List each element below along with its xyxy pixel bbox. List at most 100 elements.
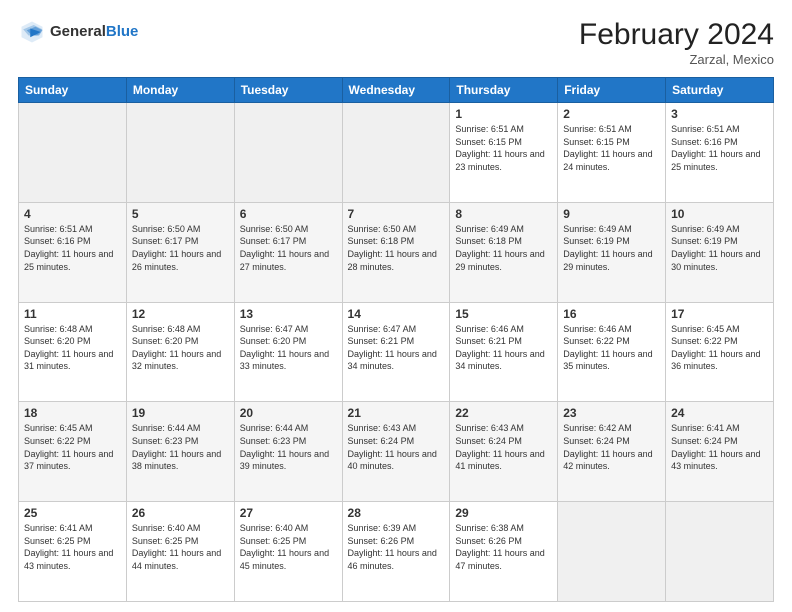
day-number: 15 — [455, 307, 552, 321]
day-info: Sunrise: 6:40 AM Sunset: 6:25 PM Dayligh… — [132, 522, 229, 572]
day-number: 23 — [563, 406, 660, 420]
day-number: 29 — [455, 506, 552, 520]
day-number: 14 — [348, 307, 445, 321]
table-row: 9 Sunrise: 6:49 AM Sunset: 6:19 PM Daylig… — [558, 202, 666, 302]
calendar-header-row: Sunday Monday Tuesday Wednesday Thursday… — [19, 78, 774, 103]
table-row: 29Sunrise: 6:38 AM Sunset: 6:26 PM Dayli… — [450, 502, 558, 602]
day-info: Sunrise: 6:42 AM Sunset: 6:24 PM Dayligh… — [563, 422, 660, 472]
table-row: 4 Sunrise: 6:51 AM Sunset: 6:16 PM Daylig… — [19, 202, 127, 302]
day-info: Sunrise: 6:48 AM Sunset: 6:20 PM Dayligh… — [24, 323, 121, 373]
day-number: 18 — [24, 406, 121, 420]
day-info: Sunrise: 6:50 AM Sunset: 6:17 PM Dayligh… — [240, 223, 337, 273]
day-number: 1 — [455, 107, 552, 121]
table-row: 7 Sunrise: 6:50 AM Sunset: 6:18 PM Daylig… — [342, 202, 450, 302]
day-info: Sunrise: 6:44 AM Sunset: 6:23 PM Dayligh… — [240, 422, 337, 472]
day-number: 9 — [563, 207, 660, 221]
day-info: Sunrise: 6:40 AM Sunset: 6:25 PM Dayligh… — [240, 522, 337, 572]
col-thursday: Thursday — [450, 78, 558, 103]
day-number: 13 — [240, 307, 337, 321]
day-info: Sunrise: 6:45 AM Sunset: 6:22 PM Dayligh… — [24, 422, 121, 472]
table-row — [126, 103, 234, 203]
day-number: 8 — [455, 207, 552, 221]
day-info: Sunrise: 6:49 AM Sunset: 6:18 PM Dayligh… — [455, 223, 552, 273]
col-wednesday: Wednesday — [342, 78, 450, 103]
day-info: Sunrise: 6:46 AM Sunset: 6:21 PM Dayligh… — [455, 323, 552, 373]
month-title: February 2024 — [579, 18, 774, 52]
table-row: 10Sunrise: 6:49 AM Sunset: 6:19 PM Dayli… — [666, 202, 774, 302]
table-row: 24Sunrise: 6:41 AM Sunset: 6:24 PM Dayli… — [666, 402, 774, 502]
day-number: 19 — [132, 406, 229, 420]
day-info: Sunrise: 6:51 AM Sunset: 6:16 PM Dayligh… — [24, 223, 121, 273]
logo-blue: Blue — [106, 23, 139, 40]
logo-text: GeneralBlue — [50, 23, 138, 41]
table-row: 26 Sunrise: 6:40 AM Sunset: 6:25 PM Dayli… — [126, 502, 234, 602]
table-row: 12Sunrise: 6:48 AM Sunset: 6:20 PM Dayli… — [126, 302, 234, 402]
logo-general: General — [50, 23, 106, 40]
col-tuesday: Tuesday — [234, 78, 342, 103]
header: GeneralBlue February 2024 Zarzal, Mexico — [18, 18, 774, 67]
day-number: 27 — [240, 506, 337, 520]
table-row: 25 Sunrise: 6:41 AM Sunset: 6:25 PM Dayli… — [19, 502, 127, 602]
calendar-week-row: 11 Sunrise: 6:48 AM Sunset: 6:20 PM Dayli… — [19, 302, 774, 402]
day-info: Sunrise: 6:51 AM Sunset: 6:15 PM Dayligh… — [563, 123, 660, 173]
day-number: 24 — [671, 406, 768, 420]
table-row: 21Sunrise: 6:43 AM Sunset: 6:24 PM Dayli… — [342, 402, 450, 502]
table-row: 6 Sunrise: 6:50 AM Sunset: 6:17 PM Daylig… — [234, 202, 342, 302]
day-info: Sunrise: 6:44 AM Sunset: 6:23 PM Dayligh… — [132, 422, 229, 472]
table-row: 14 Sunrise: 6:47 AM Sunset: 6:21 PM Dayli… — [342, 302, 450, 402]
table-row — [558, 502, 666, 602]
title-area: February 2024 Zarzal, Mexico — [579, 18, 774, 67]
day-number: 22 — [455, 406, 552, 420]
table-row — [666, 502, 774, 602]
day-number: 7 — [348, 207, 445, 221]
table-row: 1 Sunrise: 6:51 AM Sunset: 6:15 PM Daylig… — [450, 103, 558, 203]
table-row: 5Sunrise: 6:50 AM Sunset: 6:17 PM Daylig… — [126, 202, 234, 302]
day-info: Sunrise: 6:39 AM Sunset: 6:26 PM Dayligh… — [348, 522, 445, 572]
col-friday: Friday — [558, 78, 666, 103]
day-info: Sunrise: 6:47 AM Sunset: 6:21 PM Dayligh… — [348, 323, 445, 373]
day-number: 20 — [240, 406, 337, 420]
col-monday: Monday — [126, 78, 234, 103]
table-row: 19 Sunrise: 6:44 AM Sunset: 6:23 PM Dayli… — [126, 402, 234, 502]
day-info: Sunrise: 6:41 AM Sunset: 6:25 PM Dayligh… — [24, 522, 121, 572]
calendar-week-row: 18 Sunrise: 6:45 AM Sunset: 6:22 PM Dayli… — [19, 402, 774, 502]
table-row: 3Sunrise: 6:51 AM Sunset: 6:16 PM Daylig… — [666, 103, 774, 203]
day-number: 25 — [24, 506, 121, 520]
day-info: Sunrise: 6:48 AM Sunset: 6:20 PM Dayligh… — [132, 323, 229, 373]
day-info: Sunrise: 6:45 AM Sunset: 6:22 PM Dayligh… — [671, 323, 768, 373]
table-row: 17Sunrise: 6:45 AM Sunset: 6:22 PM Dayli… — [666, 302, 774, 402]
day-info: Sunrise: 6:49 AM Sunset: 6:19 PM Dayligh… — [563, 223, 660, 273]
table-row — [342, 103, 450, 203]
logo-icon — [18, 18, 46, 46]
day-number: 10 — [671, 207, 768, 221]
calendar-week-row: 1 Sunrise: 6:51 AM Sunset: 6:15 PM Daylig… — [19, 103, 774, 203]
day-number: 26 — [132, 506, 229, 520]
logo: GeneralBlue — [18, 18, 138, 46]
day-info: Sunrise: 6:50 AM Sunset: 6:18 PM Dayligh… — [348, 223, 445, 273]
col-sunday: Sunday — [19, 78, 127, 103]
day-info: Sunrise: 6:51 AM Sunset: 6:16 PM Dayligh… — [671, 123, 768, 173]
location: Zarzal, Mexico — [579, 52, 774, 67]
table-row: 13 Sunrise: 6:47 AM Sunset: 6:20 PM Dayli… — [234, 302, 342, 402]
calendar-week-row: 4 Sunrise: 6:51 AM Sunset: 6:16 PM Daylig… — [19, 202, 774, 302]
table-row: 20 Sunrise: 6:44 AM Sunset: 6:23 PM Dayli… — [234, 402, 342, 502]
table-row: 2Sunrise: 6:51 AM Sunset: 6:15 PM Daylig… — [558, 103, 666, 203]
table-row: 8 Sunrise: 6:49 AM Sunset: 6:18 PM Daylig… — [450, 202, 558, 302]
table-row: 15 Sunrise: 6:46 AM Sunset: 6:21 PM Dayli… — [450, 302, 558, 402]
day-info: Sunrise: 6:43 AM Sunset: 6:24 PM Dayligh… — [455, 422, 552, 472]
col-saturday: Saturday — [666, 78, 774, 103]
day-number: 11 — [24, 307, 121, 321]
table-row: 28Sunrise: 6:39 AM Sunset: 6:26 PM Dayli… — [342, 502, 450, 602]
day-info: Sunrise: 6:47 AM Sunset: 6:20 PM Dayligh… — [240, 323, 337, 373]
table-row — [234, 103, 342, 203]
day-number: 4 — [24, 207, 121, 221]
table-row: 22 Sunrise: 6:43 AM Sunset: 6:24 PM Dayli… — [450, 402, 558, 502]
table-row: 23 Sunrise: 6:42 AM Sunset: 6:24 PM Dayli… — [558, 402, 666, 502]
day-info: Sunrise: 6:51 AM Sunset: 6:15 PM Dayligh… — [455, 123, 552, 173]
calendar-week-row: 25 Sunrise: 6:41 AM Sunset: 6:25 PM Dayli… — [19, 502, 774, 602]
day-info: Sunrise: 6:43 AM Sunset: 6:24 PM Dayligh… — [348, 422, 445, 472]
day-number: 6 — [240, 207, 337, 221]
day-info: Sunrise: 6:46 AM Sunset: 6:22 PM Dayligh… — [563, 323, 660, 373]
day-number: 5 — [132, 207, 229, 221]
table-row — [19, 103, 127, 203]
